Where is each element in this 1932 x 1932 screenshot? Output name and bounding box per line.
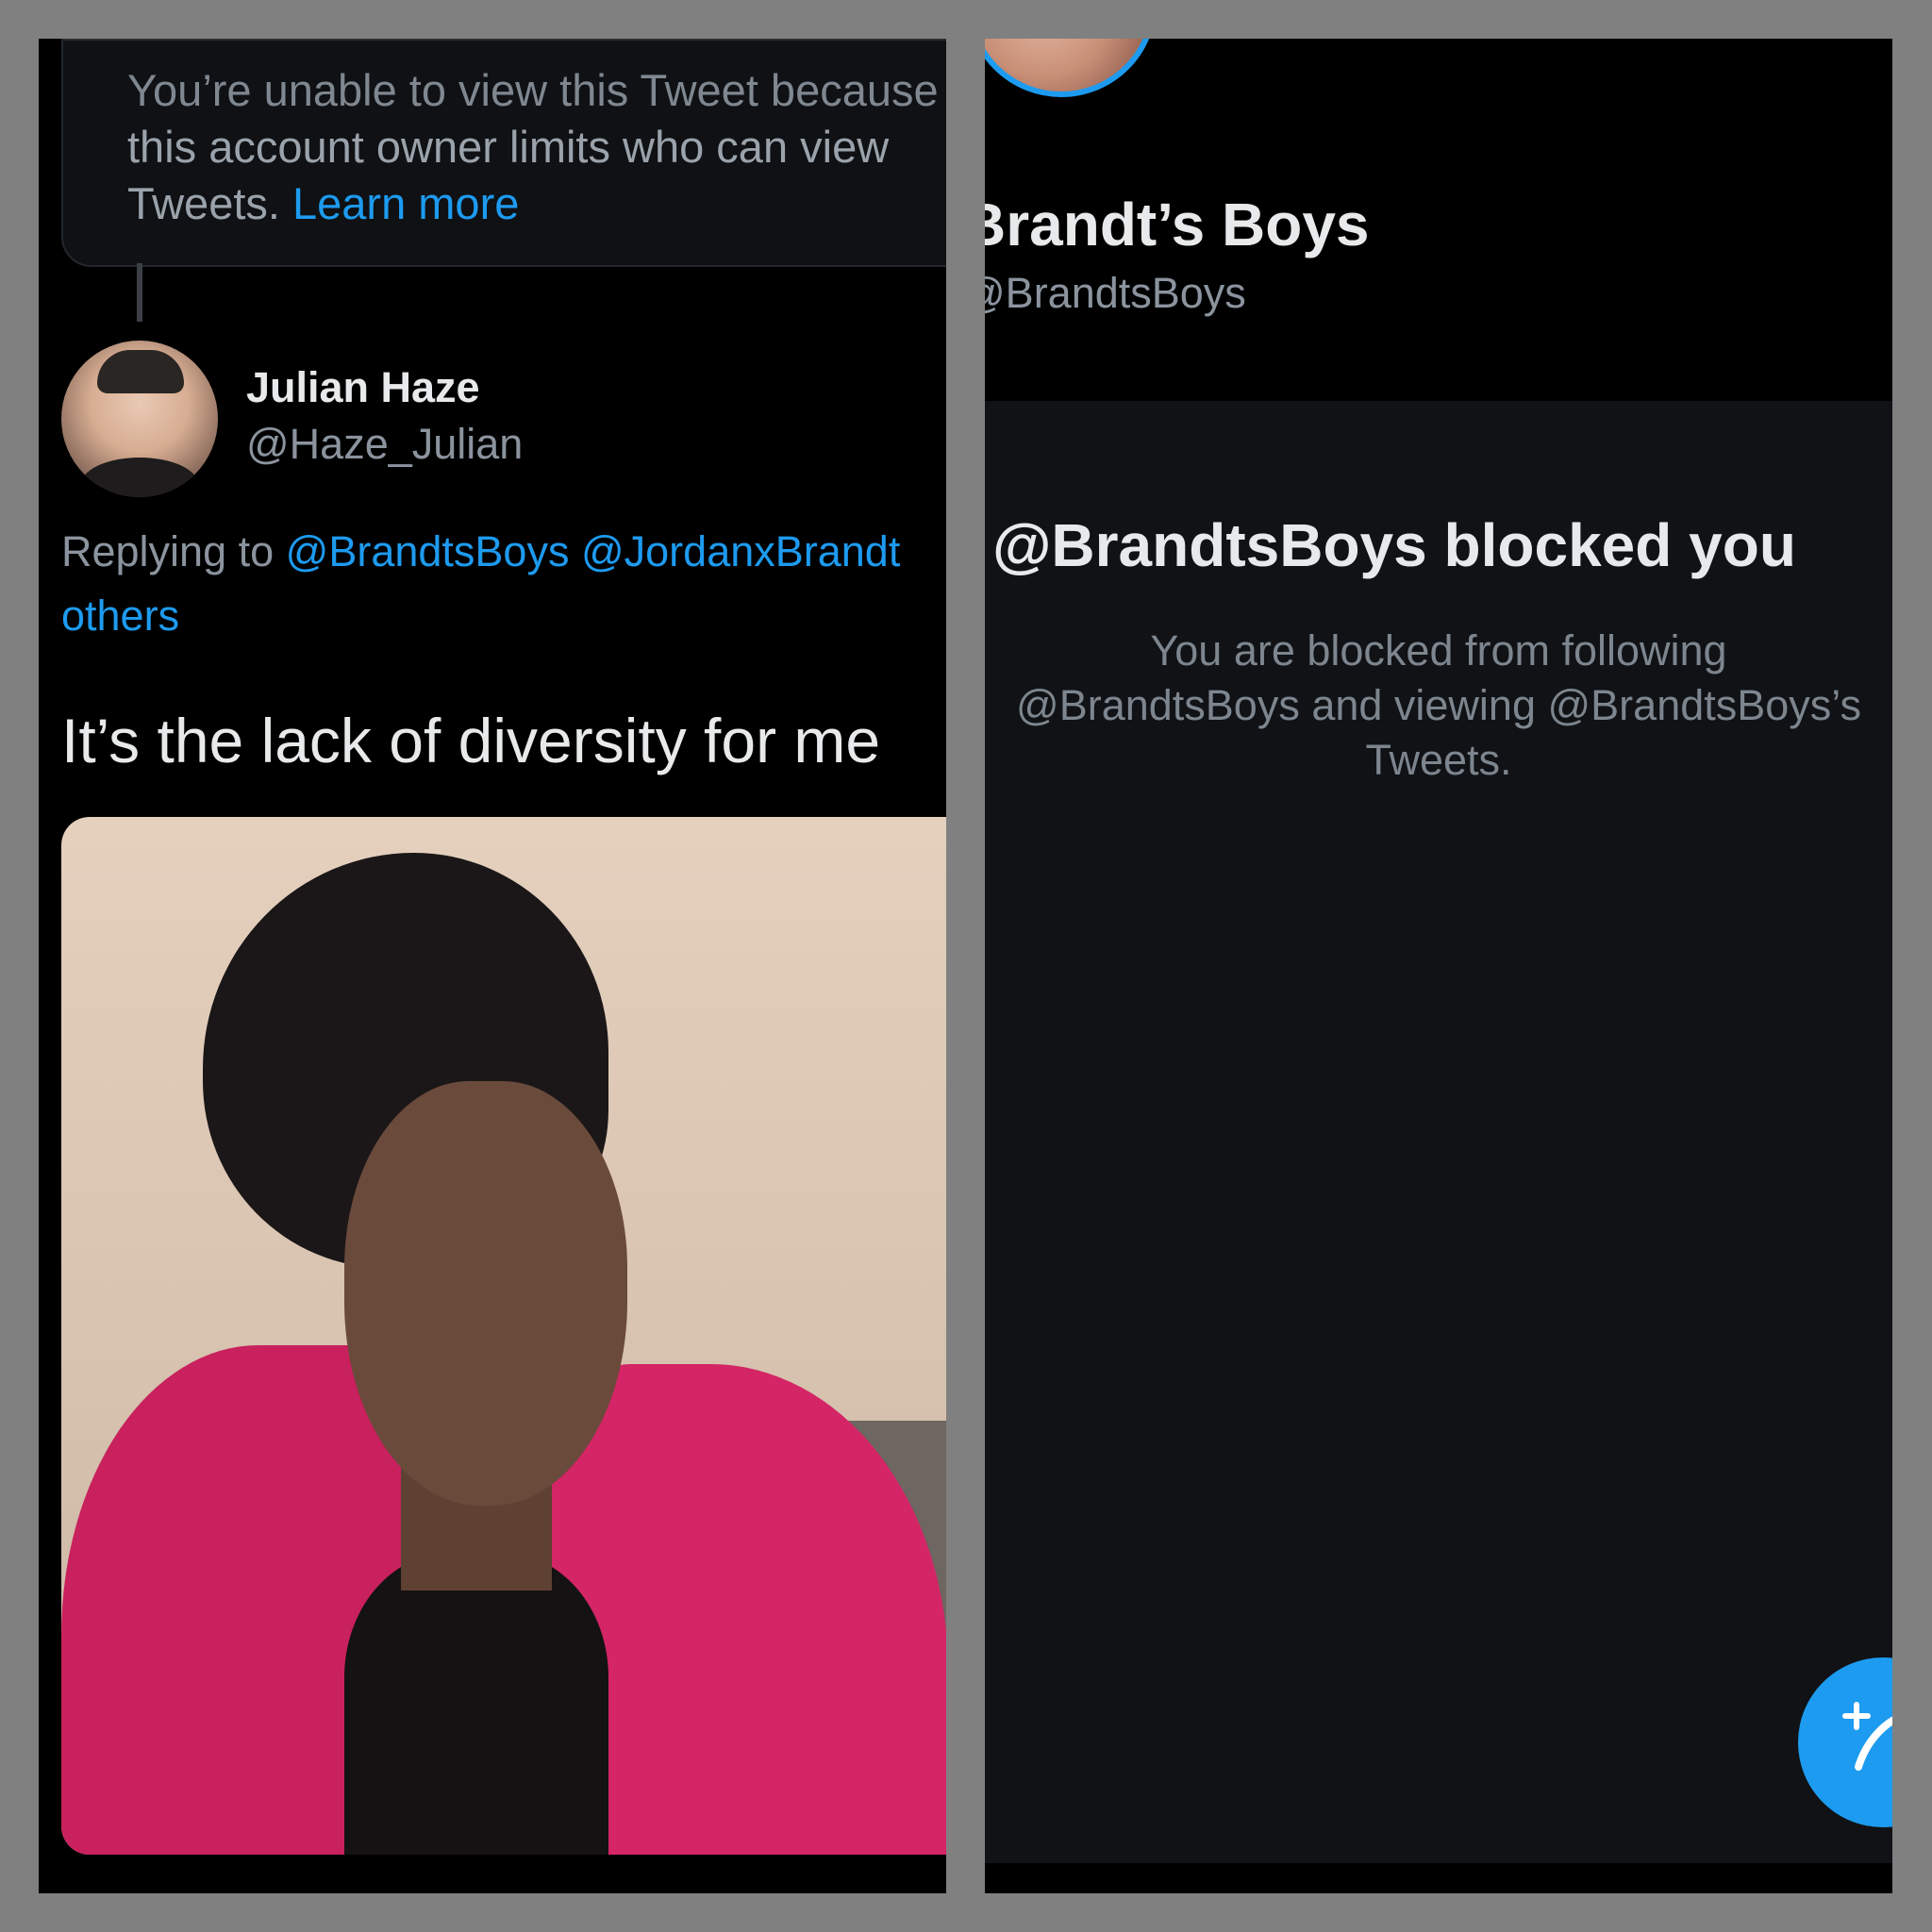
blocked-message: You are blocked from following @BrandtsB… — [985, 624, 1892, 788]
photo-shirt — [344, 1553, 608, 1855]
blocked-title: @BrandtsBoys blocked you — [992, 511, 1796, 579]
replying-to-label: Replying to — [61, 527, 286, 575]
notice-line-2: this account owner limits who can view — [127, 122, 890, 172]
right-screenshot-panel: Brandt’s Boys @BrandtsBoys @BrandtsBoys … — [985, 39, 1892, 1893]
author-name[interactable]: Julian Haze — [246, 363, 480, 412]
blocked-message-line-2: @BrandtsBoys and viewing @BrandtsBoys’s — [1016, 681, 1861, 729]
replying-to-line: Replying to @BrandtsBoys @JordanxBrandt … — [61, 520, 946, 648]
tweet-text: It’s the lack of diversity for me — [61, 706, 881, 775]
notice-line-3: Tweets. — [127, 178, 293, 228]
notice-line-1: You’re unable to view this Tweet because — [127, 65, 939, 115]
photo-face — [344, 1081, 627, 1506]
author-avatar[interactable] — [61, 341, 218, 497]
profile-name: Brandt’s Boys — [985, 191, 1370, 258]
mention-jordanxbrandt[interactable]: @JordanxBrandt — [581, 527, 900, 575]
mention-others[interactable]: others — [61, 591, 179, 640]
learn-more-link[interactable]: Learn more — [292, 178, 519, 228]
tweet-photo[interactable] — [61, 817, 946, 1855]
notice-divider — [63, 39, 946, 41]
avatar-hair — [97, 350, 184, 393]
mention-brandtsboys[interactable]: @BrandtsBoys — [286, 527, 570, 575]
thread-connector-line — [137, 263, 142, 322]
compose-tweet-icon — [1842, 1702, 1892, 1771]
blocked-message-line-3: Tweets. — [1365, 736, 1512, 784]
profile-avatar[interactable] — [985, 39, 1157, 97]
blocked-message-line-1: You are blocked from following — [1150, 626, 1727, 675]
limited-notice-text: You’re unable to view this Tweet because… — [127, 65, 946, 232]
avatar-shirt — [80, 458, 199, 497]
left-screenshot-panel: You’re unable to view this Tweet because… — [39, 39, 946, 1893]
blocked-content-area — [985, 401, 1892, 1863]
profile-handle: @BrandtsBoys — [985, 269, 1246, 317]
author-handle[interactable]: @Haze_Julian — [246, 420, 523, 469]
